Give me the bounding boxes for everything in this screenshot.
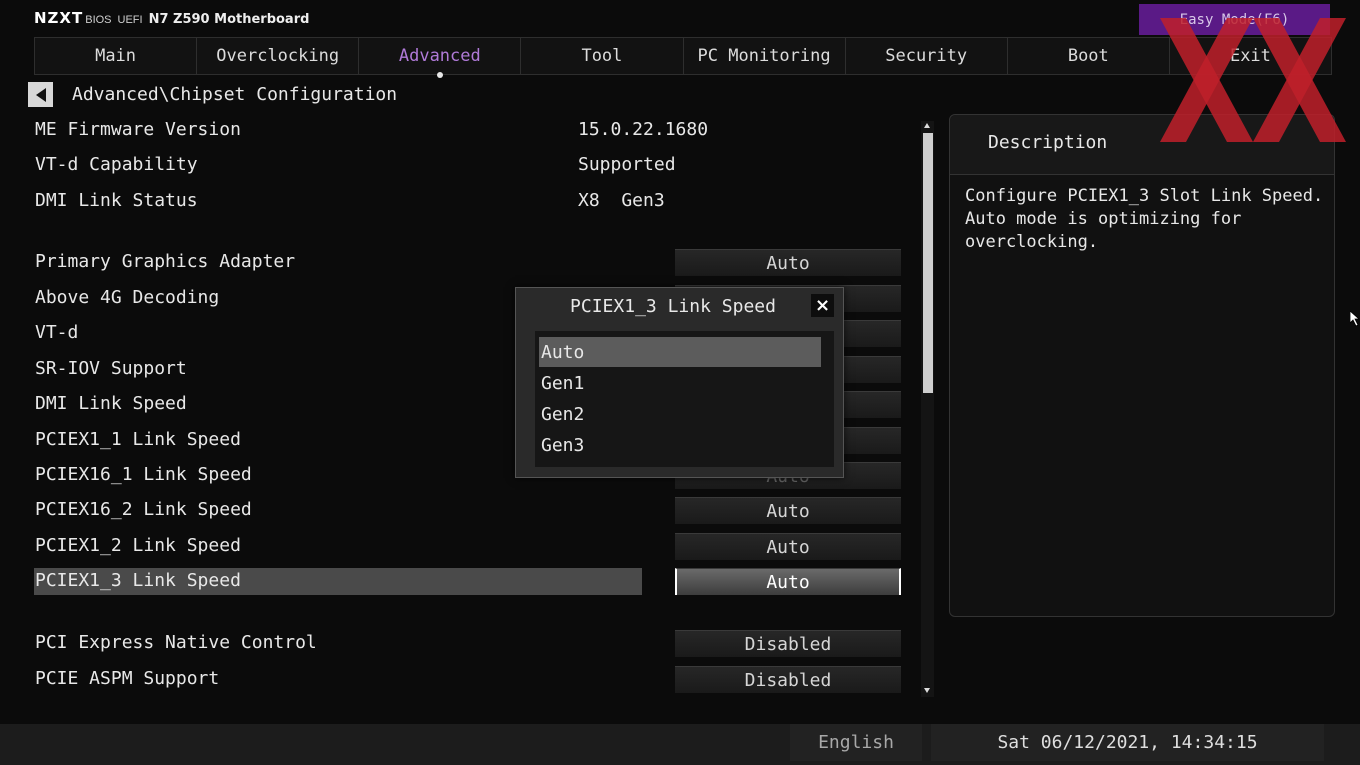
- popup-title: PCIEX1_3 Link Speed: [570, 296, 776, 317]
- main-tab-bar: Main Overclocking Advanced Tool PC Monit…: [34, 37, 1332, 78]
- option-gen2[interactable]: Gen2: [539, 399, 821, 429]
- setting-sr-iov-support[interactable]: SR-IOV Support: [35, 358, 187, 379]
- motherboard-model: N7 Z590 Motherboard: [148, 12, 310, 27]
- pcie-aspm-support-value[interactable]: Disabled: [675, 666, 901, 693]
- xx-watermark-logo: [1160, 18, 1346, 142]
- tab-main[interactable]: Main: [34, 38, 197, 74]
- pciex1-2-link-speed-value[interactable]: Auto: [675, 533, 901, 560]
- me-firmware-value: 15.0.22.1680: [578, 119, 709, 140]
- description-text: Configure PCIEX1_3 Slot Link Speed. Auto…: [965, 186, 1324, 252]
- setting-pcie-aspm-support[interactable]: PCIE ASPM Support: [35, 668, 219, 689]
- link-speed-popup: PCIEX1_3 Link Speed × Auto Gen1 Gen2 Gen…: [515, 287, 844, 478]
- setting-pciex1-3-link-speed[interactable]: PCIEX1_3 Link Speed: [35, 570, 241, 591]
- dmi-link-status-label: DMI Link Status: [35, 190, 198, 211]
- bios-label: BIOS: [85, 14, 112, 26]
- primary-graphics-adapter-value[interactable]: Auto: [675, 249, 901, 276]
- tab-pc-monitoring[interactable]: PC Monitoring: [682, 38, 845, 74]
- dmi-link-status-value: X8 Gen3: [578, 190, 665, 211]
- close-icon[interactable]: ×: [811, 294, 834, 317]
- vtd-capability-value: Supported: [578, 154, 676, 175]
- option-gen3[interactable]: Gen3: [539, 430, 821, 460]
- me-firmware-label: ME Firmware Version: [35, 119, 241, 140]
- setting-dmi-link-speed[interactable]: DMI Link Speed: [35, 393, 187, 414]
- scroll-down-arrow-icon[interactable]: [924, 688, 930, 693]
- tab-tool[interactable]: Tool: [520, 38, 683, 74]
- setting-primary-graphics-adapter[interactable]: Primary Graphics Adapter: [35, 251, 295, 272]
- breadcrumb: Advanced\Chipset Configuration: [72, 84, 398, 105]
- pci-express-native-control-value[interactable]: Disabled: [675, 630, 901, 657]
- tab-boot[interactable]: Boot: [1006, 38, 1169, 74]
- brand-header: NZXT BIOS UEFI N7 Z590 Motherboard: [34, 9, 309, 29]
- back-button[interactable]: [28, 82, 53, 107]
- setting-pciex16-1-link-speed[interactable]: PCIEX16_1 Link Speed: [35, 464, 252, 485]
- date-time-display: Sat 06/12/2021, 14:34:15: [931, 724, 1324, 761]
- mouse-cursor-icon: [1350, 311, 1360, 327]
- pciex1-3-link-speed-value[interactable]: Auto: [675, 568, 901, 595]
- description-panel: Description Configure PCIEX1_3 Slot Link…: [949, 114, 1335, 617]
- setting-above-4g-decoding[interactable]: Above 4G Decoding: [35, 287, 219, 308]
- option-auto[interactable]: Auto: [539, 337, 821, 367]
- setting-pciex16-2-link-speed[interactable]: PCIEX16_2 Link Speed: [35, 499, 252, 520]
- tab-advanced[interactable]: Advanced: [358, 38, 521, 78]
- vtd-capability-label: VT-d Capability: [35, 154, 198, 175]
- uefi-label: UEFI: [117, 14, 143, 26]
- scroll-up-arrow-icon[interactable]: [924, 123, 930, 128]
- popup-option-list: Auto Gen1 Gen2 Gen3: [535, 331, 834, 467]
- setting-vt-d[interactable]: VT-d: [35, 322, 78, 343]
- language-selector[interactable]: English: [790, 724, 922, 761]
- back-arrow-icon: [35, 87, 46, 102]
- nzxt-logo: NZXT: [34, 9, 84, 27]
- setting-pci-express-native-control[interactable]: PCI Express Native Control: [35, 632, 317, 653]
- scrollbar-thumb[interactable]: [923, 133, 933, 393]
- option-gen1[interactable]: Gen1: [539, 368, 821, 398]
- tab-overclocking[interactable]: Overclocking: [196, 38, 359, 74]
- description-title: Description: [988, 132, 1108, 153]
- setting-pciex1-1-link-speed[interactable]: PCIEX1_1 Link Speed: [35, 429, 241, 450]
- tab-security[interactable]: Security: [844, 38, 1007, 74]
- setting-pciex1-2-link-speed[interactable]: PCIEX1_2 Link Speed: [35, 535, 241, 556]
- pciex16-2-link-speed-value[interactable]: Auto: [675, 497, 901, 524]
